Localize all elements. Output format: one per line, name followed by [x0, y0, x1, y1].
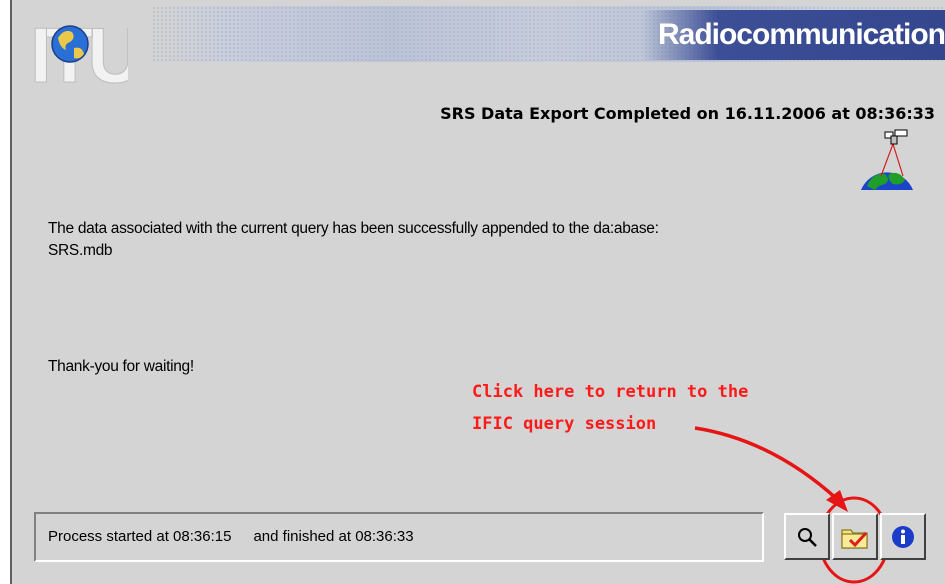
status-bar: Process started at 08:36:15 and finished … [34, 512, 764, 562]
itu-logo: ITU [30, 11, 129, 91]
export-message: The data associated with the current que… [48, 218, 908, 262]
thank-you-text: Thank-you for waiting! [48, 358, 194, 375]
export-dialog: ITU Radiocommunication SRS Data Export C… [10, 0, 945, 584]
annotation-callout: Click here to return to the IFIC query s… [472, 376, 748, 440]
return-to-query-button[interactable] [832, 513, 878, 560]
info-button[interactable] [880, 513, 926, 560]
info-icon [892, 525, 914, 548]
export-status-title: SRS Data Export Completed on 16.11.2006 … [440, 104, 935, 123]
message-line: The data associated with the current que… [48, 220, 659, 237]
annotation-line-1: Click here to return to the [472, 382, 749, 402]
process-finished-text: and finished at 08:36:33 [253, 528, 414, 545]
annotation-overlay [694, 426, 890, 584]
process-started-text: Process started at 08:36:15 [48, 528, 232, 545]
search-button[interactable] [784, 513, 830, 560]
brand-title: Radiocommunication [642, 10, 945, 60]
folder-check-icon [841, 528, 868, 549]
magnifier-icon [798, 527, 817, 547]
satellite-globe-icon [861, 129, 913, 190]
arrow-head [826, 490, 848, 512]
database-name: SRS.mdb [48, 242, 113, 259]
annotation-line-2: IFIC query session [472, 414, 657, 434]
